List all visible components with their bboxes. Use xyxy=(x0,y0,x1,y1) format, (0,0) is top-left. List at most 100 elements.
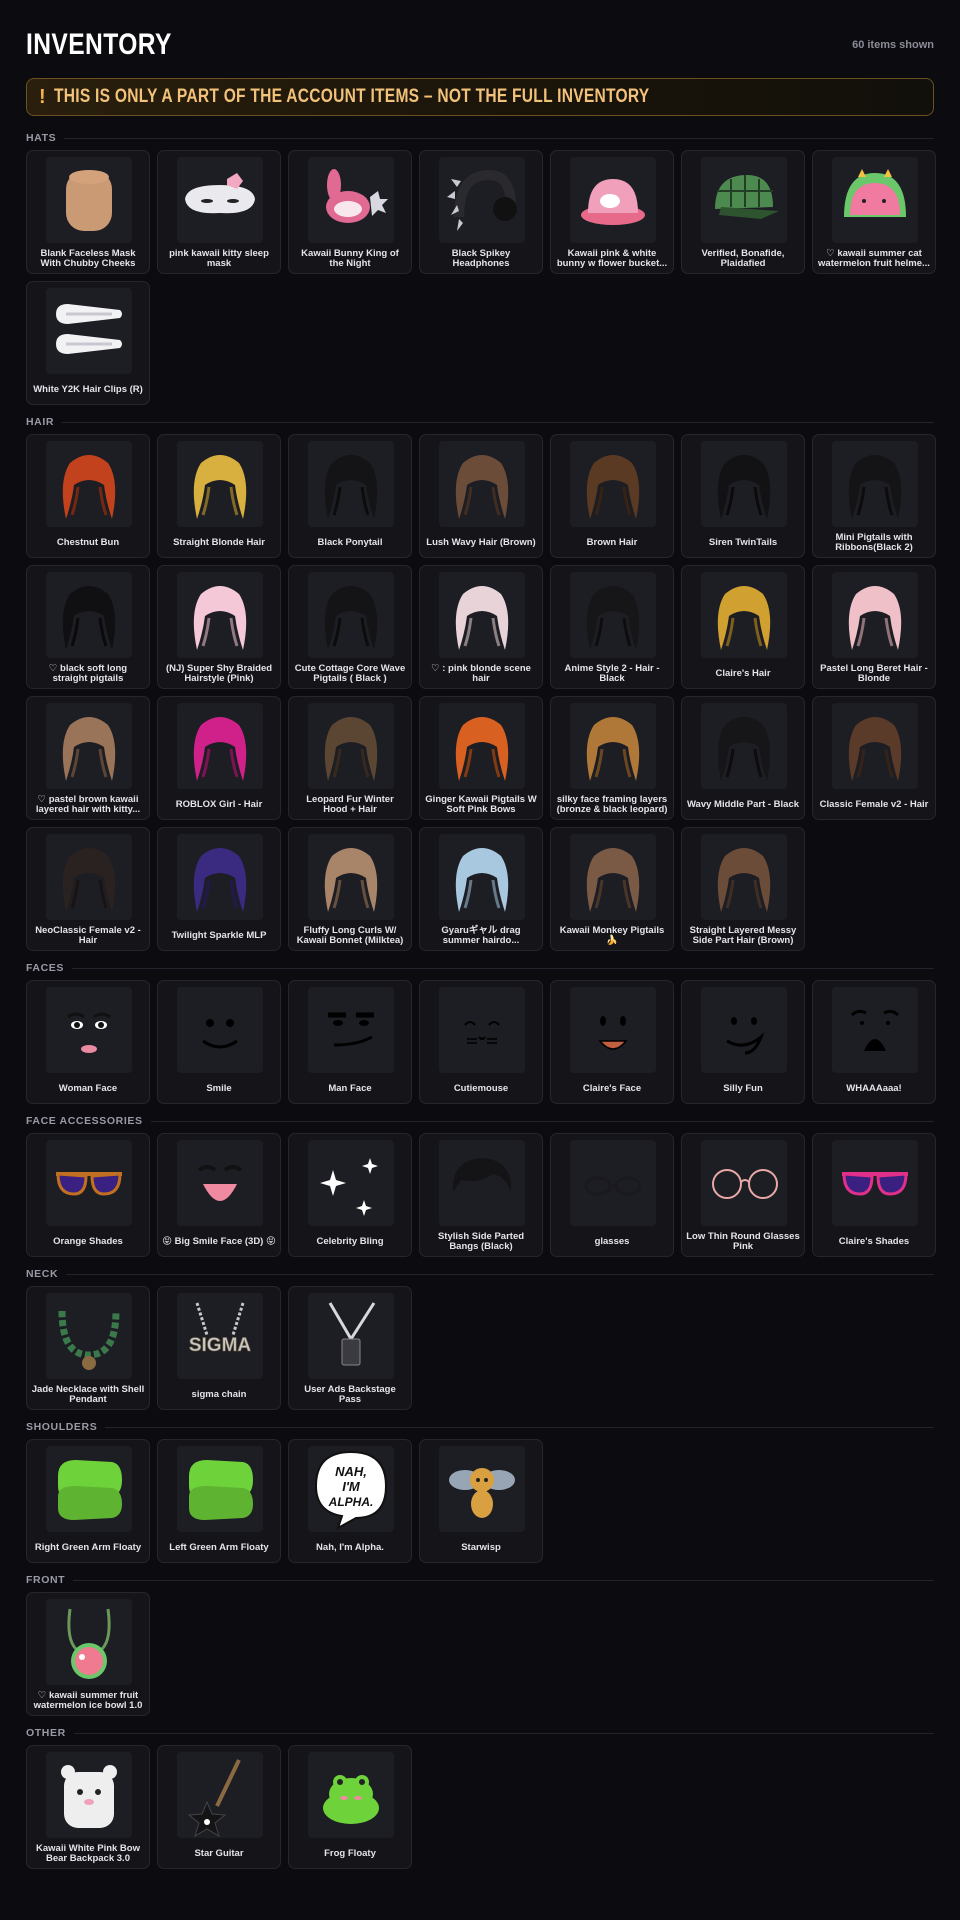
item-card[interactable]: Star Guitar xyxy=(157,1745,281,1869)
mask-icon xyxy=(46,157,132,243)
item-name: glasses xyxy=(594,1235,630,1247)
svg-text:SIGMA: SIGMA xyxy=(189,1335,252,1356)
item-card[interactable]: ♡ kawaii summer fruit watermelon ice bow… xyxy=(26,1592,150,1716)
item-card[interactable]: Lush Wavy Hair (Brown) xyxy=(419,434,543,558)
page-header: INVENTORY 60 items shown xyxy=(26,28,934,62)
item-card[interactable]: ♡ black soft long straight pigtails xyxy=(26,565,150,689)
section-header-hats: HATS xyxy=(26,131,934,145)
item-card[interactable]: Woman Face xyxy=(26,980,150,1104)
item-card[interactable]: Mini Pigtails with Ribbons(Black 2) xyxy=(812,434,936,558)
item-card[interactable]: Verified, Bonafide, Plaidafied xyxy=(681,150,805,274)
hair-icon xyxy=(701,572,787,658)
item-name: Fluffy Long Curls W/ Kawaii Bonnet (Milk… xyxy=(296,924,404,946)
bucket-hat-icon xyxy=(570,157,656,243)
item-card[interactable]: Right Green Arm Floaty xyxy=(26,1439,150,1563)
item-card[interactable]: Kawaii Monkey Pigtails 🍌 xyxy=(550,827,674,951)
item-card[interactable]: Kawaii Bunny King of the Night xyxy=(288,150,412,274)
item-card[interactable]: Brown Hair xyxy=(550,434,674,558)
item-name: ♡ : pink blonde scene hair xyxy=(431,662,531,684)
item-card[interactable]: Straight Blonde Hair xyxy=(157,434,281,558)
item-grid-shoulders: Right Green Arm Floaty Left Green Arm Flo… xyxy=(26,1439,934,1563)
item-card[interactable]: Smile xyxy=(157,980,281,1104)
hair-icon xyxy=(46,703,132,789)
item-card[interactable]: 😝 Big Smile Face (3D) 😝 xyxy=(157,1133,281,1257)
item-card[interactable]: Blank Faceless Mask With Chubby Cheeks xyxy=(26,150,150,274)
item-card[interactable]: SIGMA sigma chain xyxy=(157,1286,281,1410)
item-card[interactable]: Man Face xyxy=(288,980,412,1104)
item-card[interactable]: Straight Layered Messy Side Part Hair (B… xyxy=(681,827,805,951)
item-card[interactable]: Silly Fun xyxy=(681,980,805,1104)
item-grid-faces: Woman Face Smile Man Face Cutiemouse Claire'… xyxy=(26,980,936,1104)
item-card[interactable]: Fluffy Long Curls W/ Kawaii Bonnet (Milk… xyxy=(288,827,412,951)
section-title: SHOULDERS xyxy=(26,1421,98,1433)
section-divider xyxy=(66,1273,934,1275)
item-card[interactable]: Cutiemouse xyxy=(419,980,543,1104)
item-card[interactable]: Pastel Long Beret Hair - Blonde xyxy=(812,565,936,689)
svg-text:ALPHA.: ALPHA. xyxy=(328,1495,374,1509)
item-card[interactable]: ♡ pastel brown kawaii layered hair with … xyxy=(26,696,150,820)
item-card[interactable]: Chestnut Bun xyxy=(26,434,150,558)
item-card[interactable]: Twilight Sparkle MLP xyxy=(157,827,281,951)
watermelon-helmet-icon xyxy=(832,157,918,243)
item-card[interactable]: Classic Female v2 - Hair xyxy=(812,696,936,820)
item-card[interactable]: Siren TwinTails xyxy=(681,434,805,558)
item-card[interactable]: Claire's Hair xyxy=(681,565,805,689)
watermelon-bowl-icon xyxy=(46,1599,132,1685)
item-card[interactable]: Orange Shades xyxy=(26,1133,150,1257)
item-card[interactable]: WHAAAaaa! xyxy=(812,980,936,1104)
warning-banner: ! THIS IS ONLY A PART OF THE ACCOUNT ITE… xyxy=(26,78,934,116)
section-divider xyxy=(62,421,934,423)
item-card[interactable]: Frog Floaty xyxy=(288,1745,412,1869)
item-card[interactable]: Jade Necklace with Shell Pendant xyxy=(26,1286,150,1410)
item-card[interactable]: Leopard Fur Winter Hood + Hair xyxy=(288,696,412,820)
item-card[interactable]: Left Green Arm Floaty xyxy=(157,1439,281,1563)
item-card[interactable]: glasses xyxy=(550,1133,674,1257)
sunglasses-icon xyxy=(46,1140,132,1226)
item-card[interactable]: Low Thin Round Glasses Pink xyxy=(681,1133,805,1257)
item-card[interactable]: Gyaruギャル drag summer hairdo... xyxy=(419,827,543,951)
section-divider xyxy=(64,137,934,139)
item-card[interactable]: Wavy Middle Part - Black xyxy=(681,696,805,820)
item-name: Straight Layered Messy Side Part Hair (B… xyxy=(689,924,797,946)
item-card[interactable]: (NJ) Super Shy Braided Hairstyle (Pink) xyxy=(157,565,281,689)
speech-bubble-icon: NAH, I'M ALPHA. xyxy=(308,1446,394,1532)
item-card[interactable]: Black Ponytail xyxy=(288,434,412,558)
item-card[interactable]: NAH, I'M ALPHA. Nah, I'm Alpha. xyxy=(288,1439,412,1563)
item-card[interactable]: NeoClassic Female v2 - Hair xyxy=(26,827,150,951)
hair-icon xyxy=(46,441,132,527)
item-card[interactable]: Ginger Kawaii Pigtails W Soft Pink Bows xyxy=(419,696,543,820)
hair-clips-icon xyxy=(46,288,132,374)
item-card[interactable]: Anime Style 2 - Hair - Black xyxy=(550,565,674,689)
item-name: Wavy Middle Part - Black xyxy=(686,798,800,810)
hair-icon xyxy=(439,441,525,527)
item-card[interactable]: Kawaii pink & white bunny w flower bucke… xyxy=(550,150,674,274)
item-card[interactable]: Stylish Side Parted Bangs (Black) xyxy=(419,1133,543,1257)
bangs-icon xyxy=(439,1140,525,1226)
section-divider xyxy=(73,1732,934,1734)
item-card[interactable]: ♡ : pink blonde scene hair xyxy=(419,565,543,689)
item-card[interactable]: Celebrity Bling xyxy=(288,1133,412,1257)
guitar-icon xyxy=(177,1752,263,1838)
face-icon xyxy=(177,987,263,1073)
smile-face-icon xyxy=(177,1140,263,1226)
item-card[interactable]: White Y2K Hair Clips (R) xyxy=(26,281,150,405)
item-card[interactable]: ♡ kawaii summer cat watermelon fruit hel… xyxy=(812,150,936,274)
item-name: Claire's Face xyxy=(582,1082,642,1094)
item-card[interactable]: silky face framing layers (bronze & blac… xyxy=(550,696,674,820)
item-name: Leopard Fur Winter Hood + Hair xyxy=(306,793,394,815)
item-card[interactable]: Claire's Face xyxy=(550,980,674,1104)
item-card[interactable]: ROBLOX Girl - Hair xyxy=(157,696,281,820)
item-card[interactable]: Starwisp xyxy=(419,1439,543,1563)
item-card[interactable]: pink kawaii kitty sleep mask xyxy=(157,150,281,274)
item-card[interactable]: Cute Cottage Core Wave Pigtails ( Black … xyxy=(288,565,412,689)
item-name: pink kawaii kitty sleep mask xyxy=(169,247,269,269)
item-card[interactable]: User Ads Backstage Pass xyxy=(288,1286,412,1410)
hair-icon xyxy=(439,703,525,789)
item-card[interactable]: Claire's Shades xyxy=(812,1133,936,1257)
item-name: Claire's Shades xyxy=(838,1235,910,1247)
frog-icon xyxy=(308,1752,394,1838)
item-card[interactable]: Black Spikey Headphones xyxy=(419,150,543,274)
item-name: Cutiemouse xyxy=(453,1082,509,1094)
item-name: Right Green Arm Floaty xyxy=(34,1541,142,1553)
item-card[interactable]: Kawaii White Pink Bow Bear Backpack 3.0 xyxy=(26,1745,150,1869)
